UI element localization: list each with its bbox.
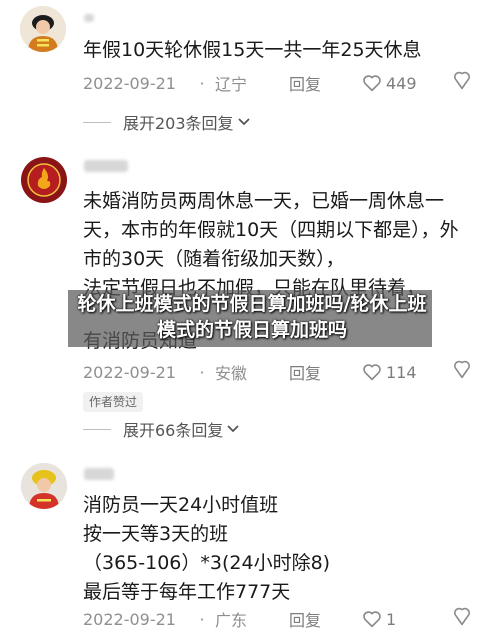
chevron-down-icon [227, 425, 240, 433]
like-button[interactable]: 114 [362, 363, 417, 382]
expand-replies-label: 展开203条回复 [123, 114, 234, 133]
heart-icon [363, 75, 381, 92]
heart-icon [363, 364, 381, 381]
username-blurred[interactable] [84, 468, 114, 480]
divider-line [83, 121, 111, 123]
comment-text: 未婚消防员两周休息一天，已婚一周休息一天，本市的年假就10天（四期以下都是），外… [83, 190, 459, 270]
divider-line [83, 428, 111, 430]
dislike-button[interactable] [453, 71, 471, 95]
thumbs-down-icon [453, 607, 471, 626]
comment-location: 广东 [215, 611, 248, 630]
heart-icon [363, 611, 381, 628]
avatar[interactable] [20, 6, 66, 52]
like-count: 449 [386, 73, 417, 93]
fire-department-logo-icon [21, 157, 67, 203]
avatar[interactable] [21, 463, 67, 509]
reply-button[interactable]: 回复 [289, 360, 349, 384]
expand-replies-button[interactable]: 展开66条回复 [83, 417, 240, 441]
separator-dot: · [199, 609, 205, 629]
thumbs-down-icon [453, 71, 471, 90]
username-blurred[interactable] [84, 14, 94, 22]
comment-location: 辽宁 [215, 75, 248, 94]
comment-meta: 2022-09-21 · 辽宁 回复 449 [83, 70, 483, 96]
like-count: 114 [386, 362, 417, 382]
username-blurred[interactable] [84, 160, 128, 172]
like-button[interactable]: 449 [362, 74, 417, 93]
overlay-title: 轮休上班模式的节假日算加班吗/轮休上班模式的节假日算加班吗 [77, 293, 427, 341]
comment-location: 安徽 [215, 364, 248, 383]
separator-dot: · [199, 73, 205, 93]
comment-meta: 2022-09-21 · 广东 回复 1 [83, 606, 483, 632]
avatar[interactable] [21, 157, 67, 203]
comment-meta: 2022-09-21 · 安徽 回复 114 [83, 359, 483, 385]
comment-text: 年假10天轮休假15天一共一年25天休息 [83, 39, 422, 61]
reply-button[interactable]: 回复 [289, 71, 349, 95]
dislike-button[interactable] [453, 360, 471, 384]
separator-dot: · [199, 362, 205, 382]
expand-replies-button[interactable]: 展开203条回复 [83, 110, 250, 134]
like-count: 1 [386, 609, 397, 629]
chevron-down-icon [237, 118, 250, 126]
like-button[interactable]: 1 [362, 610, 396, 629]
firefighter-avatar-icon [20, 6, 66, 52]
comment-date: 2022-09-21 [83, 362, 176, 382]
reply-button[interactable]: 回复 [289, 607, 349, 631]
comment-date: 2022-09-21 [83, 73, 176, 93]
expand-replies-label: 展开66条回复 [123, 421, 224, 440]
comment-date: 2022-09-21 [83, 609, 176, 629]
firefighter-avatar-icon [21, 463, 67, 509]
dislike-button[interactable] [453, 607, 471, 631]
thumbs-down-icon [453, 360, 471, 379]
author-liked-badge: 作者赞过 [83, 392, 144, 412]
comment-text: 消防员一天24小时值班 按一天等3天的班 （365-106）*3(24小时除8)… [83, 494, 331, 603]
